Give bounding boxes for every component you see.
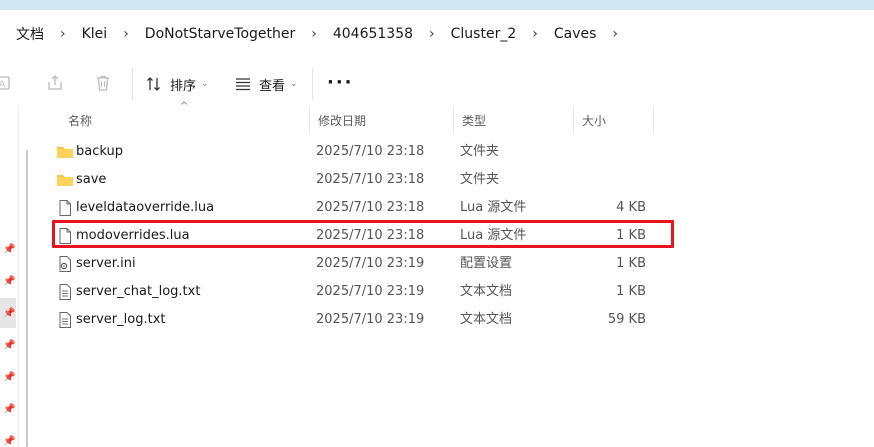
- breadcrumb-item-caves[interactable]: Caves: [552, 26, 599, 42]
- chevron-down-icon: ⌄: [201, 79, 209, 89]
- highlight-annotation-box: [52, 220, 674, 248]
- view-list-icon: [236, 78, 250, 91]
- file-type: 配置设置: [460, 256, 513, 271]
- file-size: 59 KB: [607, 312, 646, 327]
- file-type: 文件夹: [460, 172, 500, 187]
- file-name: backup: [76, 144, 123, 159]
- chevron-right-icon[interactable]: ›: [598, 26, 632, 42]
- chevron-down-icon: ⌄: [290, 79, 298, 89]
- delete-icon[interactable]: [94, 74, 114, 94]
- folder-icon: [57, 175, 73, 186]
- file-size: 1 KB: [616, 284, 646, 299]
- chevron-right-icon[interactable]: ›: [518, 26, 552, 42]
- settings-file-icon: [59, 256, 71, 272]
- pin-icon[interactable]: 📌: [3, 244, 15, 255]
- column-header-date[interactable]: 修改日期: [308, 106, 454, 134]
- column-header-label: 名称: [68, 113, 93, 128]
- view-label: 查看: [259, 78, 286, 94]
- svg-text:A: A: [0, 80, 6, 90]
- breadcrumb-item-id[interactable]: 404651358: [331, 26, 415, 42]
- command-bar: A 排序 ⌄ 查看 ⌄ ···: [0, 62, 874, 106]
- column-header-type[interactable]: 类型: [452, 106, 574, 134]
- folder-icon: [57, 147, 73, 158]
- pin-icon[interactable]: 📌: [3, 340, 15, 351]
- file-name: server_log.txt: [76, 312, 166, 327]
- toolbar-separator: [132, 68, 133, 100]
- file-size: [580, 138, 646, 166]
- rename-icon[interactable]: A: [0, 74, 14, 94]
- column-header-size[interactable]: 大小: [572, 106, 654, 134]
- view-button[interactable]: 查看 ⌄: [235, 72, 298, 96]
- file-size: 4 KB: [616, 200, 646, 215]
- text-file-icon: [59, 312, 71, 328]
- breadcrumb-item-cluster[interactable]: Cluster_2: [449, 26, 519, 42]
- chevron-right-icon[interactable]: ›: [297, 26, 331, 42]
- column-header-label: 修改日期: [318, 113, 367, 128]
- file-date: 2025/7/10 23:18: [316, 172, 425, 187]
- pin-icon[interactable]: 📌: [3, 372, 15, 383]
- file-date: 2025/7/10 23:18: [316, 144, 425, 159]
- column-header-name[interactable]: 名称: [58, 106, 310, 134]
- chevron-right-icon[interactable]: ›: [109, 26, 143, 42]
- pin-icon[interactable]: 📌: [3, 276, 15, 287]
- file-date: 2025/7/10 23:18: [316, 200, 425, 215]
- breadcrumb-item-klei[interactable]: Klei: [80, 26, 110, 42]
- sort-button[interactable]: 排序 ⌄: [146, 72, 209, 96]
- file-type: Lua 源文件: [460, 200, 527, 215]
- file-row-leveldataoverride[interactable]: leveldataoverride.lua 2025/7/10 23:18 Lu…: [50, 194, 682, 222]
- file-row-backup[interactable]: backup 2025/7/10 23:18 文件夹: [50, 138, 682, 166]
- file-name: server_chat_log.txt: [76, 284, 201, 299]
- file-icon: [59, 200, 71, 216]
- column-header-label: 类型: [462, 113, 487, 128]
- file-row-save[interactable]: save 2025/7/10 23:18 文件夹: [50, 166, 682, 194]
- file-row-server-chat-log[interactable]: server_chat_log.txt 2025/7/10 23:19 文本文档…: [50, 278, 682, 306]
- file-date: 2025/7/10 23:19: [316, 256, 425, 271]
- file-date: 2025/7/10 23:19: [316, 312, 425, 327]
- column-header-label: 大小: [582, 113, 607, 128]
- pane-divider[interactable]: [18, 106, 19, 447]
- file-type: 文件夹: [460, 144, 500, 159]
- sort-icon: [147, 77, 160, 91]
- title-bar-strip: [0, 0, 874, 10]
- file-size: [580, 166, 646, 194]
- nav-scrollbar[interactable]: [26, 150, 28, 447]
- chevron-right-icon[interactable]: ›: [415, 26, 449, 42]
- text-file-icon: [59, 284, 71, 300]
- breadcrumb-item-game[interactable]: DoNotStarveTogether: [143, 26, 297, 42]
- file-name: leveldataoverride.lua: [76, 200, 215, 215]
- file-size: 1 KB: [616, 256, 646, 271]
- more-options-button[interactable]: ···: [327, 72, 354, 93]
- file-name: server.ini: [76, 256, 136, 271]
- pin-icon[interactable]: 📌: [3, 404, 15, 415]
- toolbar-separator: [312, 68, 313, 100]
- share-icon[interactable]: [46, 74, 66, 94]
- chevron-right-icon[interactable]: ›: [46, 26, 80, 42]
- sort-label: 排序: [170, 78, 197, 94]
- file-row-server-ini[interactable]: server.ini 2025/7/10 23:19 配置设置 1 KB: [50, 250, 682, 278]
- breadcrumb: 文档 › Klei › DoNotStarveTogether › 404651…: [0, 14, 874, 54]
- file-type: 文本文档: [460, 312, 513, 327]
- file-name: save: [76, 172, 107, 187]
- pin-icon[interactable]: 📌: [3, 308, 15, 319]
- breadcrumb-item-documents[interactable]: 文档: [14, 24, 46, 44]
- file-row-server-log[interactable]: server_log.txt 2025/7/10 23:19 文本文档 59 K…: [50, 306, 682, 334]
- file-date: 2025/7/10 23:19: [316, 284, 425, 299]
- pin-icon[interactable]: 📌: [3, 436, 15, 447]
- file-type: 文本文档: [460, 284, 513, 299]
